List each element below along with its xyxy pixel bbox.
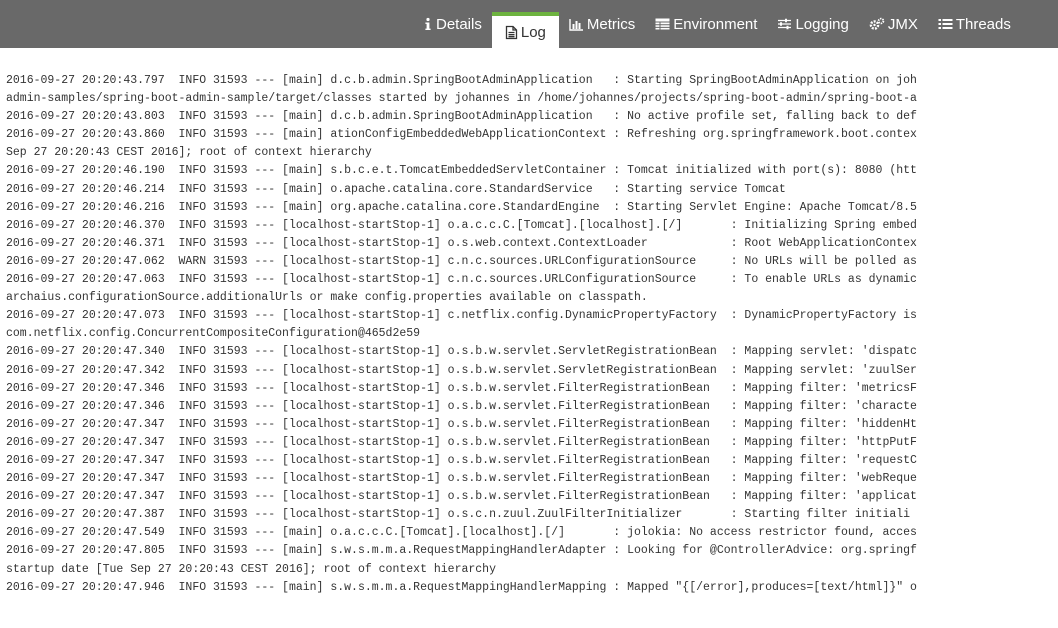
top-navigation-bar: Details Log Metrics Environment Logging [0, 0, 1058, 48]
tab-label: Logging [795, 15, 849, 33]
tab-label: JMX [887, 15, 918, 33]
tab-logging[interactable]: Logging [767, 0, 858, 48]
tab-label: Environment [673, 15, 758, 33]
log-line: 2016-09-27 20:20:47.346 INFO 31593 --- [… [6, 399, 917, 413]
tab-label: Details [436, 15, 482, 33]
tab-label: Log [520, 23, 546, 41]
log-line: 2016-09-27 20:20:46.371 INFO 31593 --- [… [6, 236, 917, 250]
log-line: 2016-09-27 20:20:47.347 INFO 31593 --- [… [6, 472, 917, 486]
log-line: 2016-09-27 20:20:47.340 INFO 31593 --- [… [6, 345, 917, 359]
log-line: 2016-09-27 20:20:47.342 INFO 31593 --- [… [6, 363, 917, 377]
log-line: 2016-09-27 20:20:47.062 WARN 31593 --- [… [6, 254, 917, 268]
info-icon [423, 17, 433, 31]
bar-chart-icon [569, 18, 584, 31]
log-line: archaius.configurationSource.additionalU… [6, 291, 648, 305]
tab-label: Metrics [586, 15, 636, 33]
tab-threads[interactable]: Threads [928, 0, 1021, 48]
log-line: admin-samples/spring-boot-admin-sample/t… [6, 92, 917, 106]
tab-details[interactable]: Details [413, 0, 492, 48]
file-text-icon [505, 25, 518, 40]
log-line: 2016-09-27 20:20:47.946 INFO 31593 --- [… [6, 580, 917, 594]
log-line: 2016-09-27 20:20:43.803 INFO 31593 --- [… [6, 110, 917, 124]
log-line: Sep 27 20:20:43 CEST 2016]; root of cont… [6, 146, 372, 160]
tab-log[interactable]: Log [491, 12, 559, 48]
log-line: 2016-09-27 20:20:46.190 INFO 31593 --- [… [6, 164, 917, 178]
tab-bar: Details Log Metrics Environment Logging [413, 0, 1021, 48]
log-line: 2016-09-27 20:20:47.063 INFO 31593 --- [… [6, 273, 917, 287]
log-line: 2016-09-27 20:20:47.347 INFO 31593 --- [… [6, 435, 917, 449]
log-line: 2016-09-27 20:20:46.370 INFO 31593 --- [… [6, 218, 917, 232]
log-line: 2016-09-27 20:20:43.797 INFO 31593 --- [… [6, 74, 917, 87]
log-line: 2016-09-27 20:20:47.805 INFO 31593 --- [… [6, 544, 917, 558]
log-line: 2016-09-27 20:20:47.347 INFO 31593 --- [… [6, 453, 917, 467]
log-line: 2016-09-27 20:20:47.346 INFO 31593 --- [… [6, 381, 917, 395]
log-line: 2016-09-27 20:20:46.214 INFO 31593 --- [… [6, 182, 786, 196]
tab-label: Threads [955, 15, 1011, 33]
log-line: 2016-09-27 20:20:47.073 INFO 31593 --- [… [6, 309, 917, 323]
table-icon [655, 18, 670, 30]
cogs-icon [869, 17, 885, 31]
tab-jmx[interactable]: JMX [859, 0, 928, 48]
log-line: 2016-09-27 20:20:46.216 INFO 31593 --- [… [6, 200, 917, 214]
log-line: 2016-09-27 20:20:47.347 INFO 31593 --- [… [6, 417, 917, 431]
log-line: com.netflix.config.ConcurrentCompositeCo… [6, 327, 421, 341]
log-line: startup date [Tue Sep 27 20:20:43 CEST 2… [6, 562, 496, 576]
log-line: 2016-09-27 20:20:47.549 INFO 31593 --- [… [6, 526, 917, 540]
sliders-icon [777, 18, 792, 30]
log-output: 2016-09-27 20:20:43.797 INFO 31593 --- [… [6, 72, 1058, 597]
list-icon [938, 18, 953, 30]
tab-environment[interactable]: Environment [645, 0, 767, 48]
tab-metrics[interactable]: Metrics [559, 0, 645, 48]
log-line: 2016-09-27 20:20:47.347 INFO 31593 --- [… [6, 490, 917, 504]
log-line: 2016-09-27 20:20:47.387 INFO 31593 --- [… [6, 508, 911, 522]
log-panel[interactable]: 2016-09-27 20:20:43.797 INFO 31593 --- [… [0, 48, 1058, 628]
log-line: 2016-09-27 20:20:43.860 INFO 31593 --- [… [6, 128, 917, 142]
